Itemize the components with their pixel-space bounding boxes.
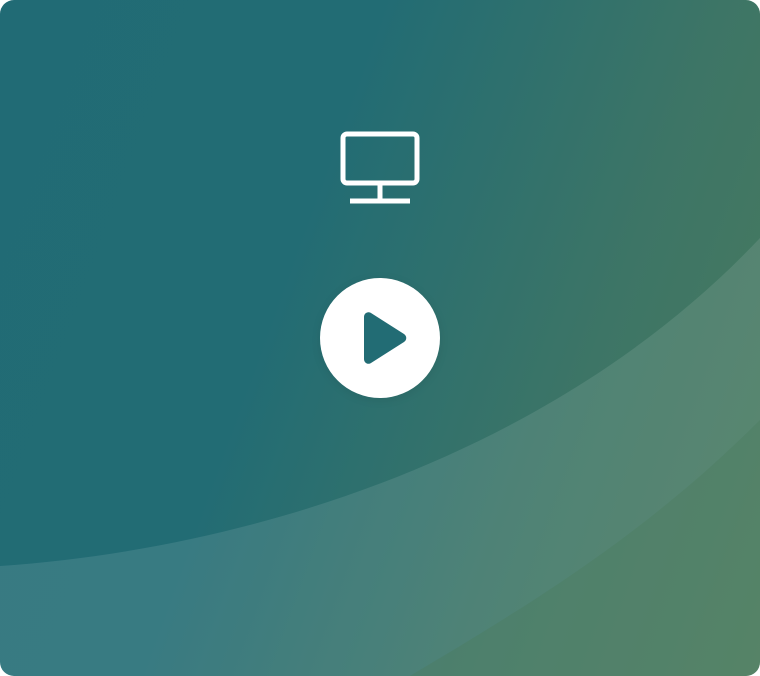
monitor-icon [340,131,420,204]
play-icon [364,312,407,364]
play-button[interactable] [320,278,440,398]
video-player-card [0,0,760,676]
